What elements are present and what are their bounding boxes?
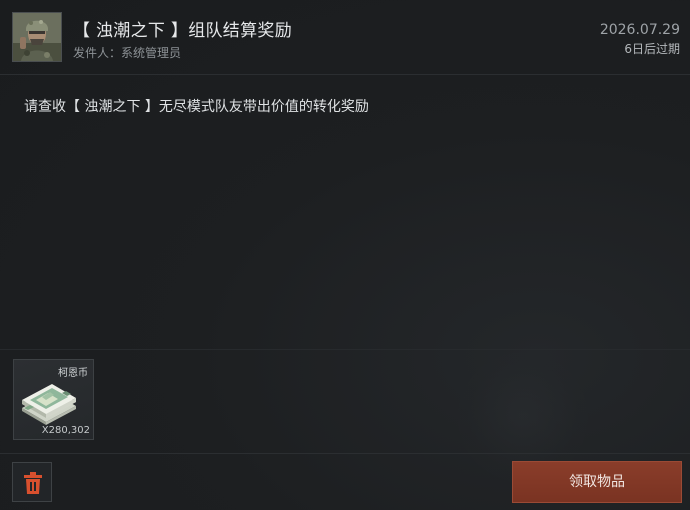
item-quantity: X280,302 bbox=[41, 425, 90, 436]
mail-body: 请查收【 浊潮之下 】无尽模式队友带出价值的转化奖励 bbox=[24, 99, 369, 115]
mail-header: 【 浊潮之下 】组队结算奖励 发件人：系统管理员 2026.07.29 6日后过… bbox=[0, 0, 690, 75]
mail-detail-panel: 【 浊潮之下 】组队结算奖励 发件人：系统管理员 2026.07.29 6日后过… bbox=[0, 0, 690, 510]
claim-items-button[interactable]: 领取物品 bbox=[512, 461, 682, 503]
mail-title: 【 浊潮之下 】组队结算奖励 bbox=[73, 21, 293, 41]
attachment-area bbox=[0, 349, 690, 454]
attachment-item[interactable]: 柯恩币 X280,302 bbox=[13, 359, 94, 440]
mail-expire-notice: 6日后过期 bbox=[624, 42, 680, 56]
sender-avatar bbox=[12, 12, 62, 62]
mail-date: 2026.07.29 bbox=[599, 22, 680, 38]
item-name: 柯恩币 bbox=[58, 368, 88, 379]
delete-button[interactable] bbox=[12, 462, 52, 502]
banknote-stack-icon bbox=[22, 384, 76, 425]
soldier-avatar-icon bbox=[13, 13, 61, 61]
trash-icon bbox=[24, 472, 42, 494]
mail-sender: 发件人：系统管理员 bbox=[73, 46, 182, 60]
